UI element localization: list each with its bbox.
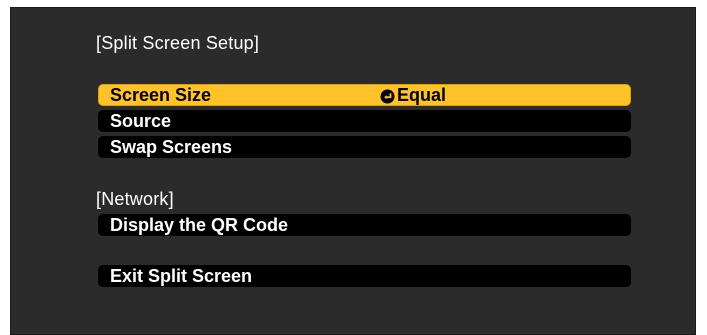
menu-item-swap-screens[interactable]: Swap Screens	[98, 136, 631, 158]
network-section-title: [Network]	[96, 189, 174, 209]
menu-item-label: Display the QR Code	[110, 215, 289, 235]
menu-item-label: Source	[110, 111, 172, 131]
enter-icon	[380, 88, 395, 103]
exit-split-screen-button[interactable]: Exit Split Screen	[98, 265, 631, 287]
menu-item-display-qr-code[interactable]: Display the QR Code	[98, 214, 631, 236]
menu-item-label: Swap Screens	[110, 137, 233, 157]
menu-item-source[interactable]: Source	[98, 110, 631, 132]
menu-item-label: Screen Size	[110, 85, 212, 105]
menu-item-screen-size[interactable]: Screen Size Equal	[98, 84, 631, 106]
screen-size-value: Equal	[380, 85, 446, 105]
split-screen-setup-title: [Split Screen Setup]	[96, 33, 260, 53]
split-screen-setup-panel: [Split Screen Setup] Screen Size Equal S…	[10, 7, 696, 335]
screen-size-value-text: Equal	[397, 85, 447, 105]
menu-item-label: Exit Split Screen	[110, 266, 253, 286]
